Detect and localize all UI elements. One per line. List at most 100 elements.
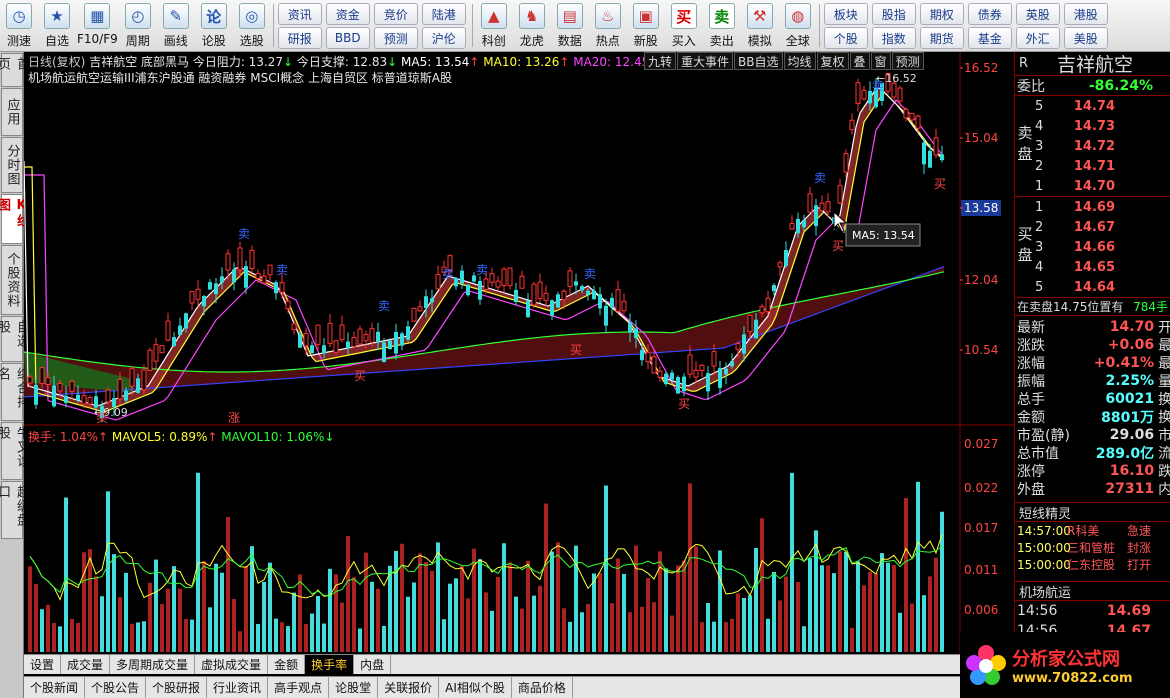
toolbar-grid-button[interactable]: 沪伦 [421, 27, 466, 49]
toolbar-grid-button[interactable]: 陆港 [421, 3, 466, 25]
candle-body [39, 367, 45, 385]
toolbar-grid-button[interactable]: 指数 [871, 27, 916, 49]
chart-tool-button[interactable]: 复权 [816, 52, 849, 70]
info-tab[interactable]: 个股新闻 [24, 677, 86, 698]
candle-body [687, 354, 693, 375]
candle-body [514, 289, 518, 303]
toolbar-star-button[interactable]: ★ 自选 [39, 0, 75, 51]
alerts-list[interactable]: 14:57:00 R科美 急速 15:00:00 三和管桩 封涨 15:00:00 仁东控股打… [1015, 522, 1170, 573]
toolbar-grid-button[interactable]: 债券 [967, 3, 1012, 25]
chart-tool-button[interactable]: BB自选 [734, 52, 783, 70]
ticks-title: 机场航运 [1015, 581, 1170, 601]
stat-row: 总市值 289.0亿流 [1015, 444, 1170, 462]
left-tab[interactable]: 个股资料 [1, 245, 23, 315]
volume-bar [148, 582, 152, 652]
info-tab[interactable]: 个股公告 [85, 677, 147, 698]
chart-tool-button[interactable]: 预测 [891, 52, 924, 70]
toolbar-sci-button[interactable]: ▲ 科创 [476, 0, 512, 51]
toolbar-grid-button[interactable]: 板块 [823, 3, 868, 25]
toolbar-select-button[interactable]: ◎ 选股 [234, 0, 270, 51]
toolbar-grid-button[interactable]: 基金 [967, 27, 1012, 49]
toolbar-grid-button[interactable]: 资讯 [277, 3, 322, 25]
candle-body [796, 218, 800, 234]
chart-tool-button[interactable]: 窗 [870, 52, 891, 70]
info-tab[interactable]: 高手观点 [268, 677, 330, 698]
kline-chart-svg[interactable]: 16.5215.0413.5812.0410.54←16.52←9.09买买买买… [24, 52, 1014, 654]
chart-tool-button[interactable]: 叠 [849, 52, 870, 70]
left-tab[interactable]: 综合排名 [0, 363, 29, 421]
alert-row[interactable]: 14:57:00 R科美 急速 [1015, 522, 1170, 539]
left-tab[interactable]: 首页 [0, 53, 29, 87]
candle-body [640, 349, 644, 361]
toolbar-grid-button[interactable]: 股指 [871, 3, 916, 25]
toolbar-label: 周期 [125, 34, 150, 48]
toolbar-pen-button[interactable]: ✎ 画线 [158, 0, 194, 51]
chart-tool-button[interactable]: 均线 [783, 52, 816, 70]
indicator-tab[interactable]: 虚拟成交量 [195, 655, 269, 674]
toolbar-buy-button[interactable]: 买买入 [666, 0, 702, 51]
indicator-tab[interactable]: 成交量 [61, 655, 111, 674]
stat-value: 289.0亿 [1095, 446, 1155, 462]
toolbar-hammer-button[interactable]: ⚒ 模拟 [742, 0, 778, 51]
toolbar-discuss-button[interactable]: 论论股 [196, 0, 232, 51]
tick-time: 14:56 [1017, 603, 1058, 619]
indicator-tab[interactable]: 多周期成交量 [110, 655, 196, 674]
left-tab[interactable]: K线图 [0, 194, 29, 244]
info-tab[interactable]: 个股研报 [146, 677, 208, 698]
toolbar-speed-button[interactable]: ◷ 测速 [1, 0, 37, 51]
toolbar-sell-button[interactable]: 卖卖出 [704, 0, 740, 51]
toolbar-grid-button[interactable]: BBD [325, 27, 370, 49]
toolbar-grid-button[interactable]: 期货 [919, 27, 964, 49]
volume-bar [490, 610, 494, 652]
toolbar-grid-button[interactable]: 研报 [277, 27, 322, 49]
toolbar-label: 测速 [6, 34, 31, 48]
toolbar-clock-button[interactable]: ◴ 周期 [120, 0, 156, 51]
candle-body [178, 325, 182, 335]
toolbar-f10-button[interactable]: ▦ F10/F9 [77, 0, 118, 51]
left-tab[interactable]: 应用 [1, 88, 23, 136]
info-tab[interactable]: 商品价格 [512, 677, 573, 698]
left-tab[interactable]: 分时图 [1, 137, 23, 193]
candle-body [664, 373, 668, 385]
volume-bar [766, 618, 770, 652]
info-tab[interactable]: AI相似个股 [439, 677, 512, 698]
left-tab[interactable]: 牛叉诊股 [0, 422, 29, 480]
candle-body [87, 396, 93, 405]
left-tab[interactable]: 超级盘口 [0, 481, 29, 539]
toolbar-grid-button[interactable]: 竞价 [373, 3, 418, 25]
toolbar-grid-button[interactable]: 美股 [1063, 27, 1108, 49]
alert-row[interactable]: 15:00:00 三和管桩 封涨 [1015, 539, 1170, 556]
stat-row: 涨幅 +0.41% 最 [1015, 354, 1170, 372]
alert-event: 封涨 [1127, 541, 1152, 555]
kline-chart-panel[interactable]: 16.52 15.04 13.58 12.04 10.54 ←16.52 ←9.09 买买买买… [24, 52, 1014, 654]
chart-tool-button[interactable]: 重大事件 [677, 52, 734, 70]
indicator-tab[interactable]: 金额 [268, 655, 306, 674]
toolbar-data-button[interactable]: ▤ 数据 [552, 0, 588, 51]
toolbar-hot-button[interactable]: ♨ 热点 [590, 0, 626, 51]
toolbar-grid-button[interactable]: 港股 [1063, 3, 1108, 25]
volume-bar [886, 562, 890, 652]
toolbar-grid-button[interactable]: 英股 [1015, 3, 1060, 25]
toolbar-dragon-button[interactable]: ♞ 龙虎 [514, 0, 550, 51]
toolbar-grid-button[interactable]: 外汇 [1015, 27, 1060, 49]
volume-bar [526, 560, 530, 652]
info-tab[interactable]: 论股堂 [329, 677, 379, 698]
toolbar-grid-2: 板块 股指 期权 债券 英股 港股个股 指数 期货 基金 外汇 美股 [822, 0, 1112, 51]
volume-bar [778, 600, 782, 652]
indicator-tab[interactable]: 内盘 [354, 655, 392, 674]
indicator-tab[interactable]: 换手率 [305, 655, 355, 674]
alert-row[interactable]: 15:00:00 仁东控股 打开 [1015, 556, 1170, 573]
info-tab[interactable]: 关联报价 [378, 677, 440, 698]
info-tab[interactable]: 行业资讯 [207, 677, 269, 698]
toolbar-grid-button[interactable]: 资金 [325, 3, 370, 25]
indicator-tab[interactable]: 设置 [24, 655, 62, 674]
toolbar-grid-button[interactable]: 期权 [919, 3, 964, 25]
toolbar-grid-button[interactable]: 预测 [373, 27, 418, 49]
left-tab[interactable]: 自选股 [0, 316, 29, 362]
candle-body [159, 345, 165, 354]
toolbar-grid-button[interactable]: 个股 [823, 27, 868, 49]
stat-label-2: 最 [1158, 338, 1170, 354]
toolbar-globe-button[interactable]: ◍ 全球 [780, 0, 816, 51]
chart-tool-button[interactable]: 九转 [644, 52, 677, 70]
toolbar-ipo-button[interactable]: ▣ 新股 [628, 0, 664, 51]
